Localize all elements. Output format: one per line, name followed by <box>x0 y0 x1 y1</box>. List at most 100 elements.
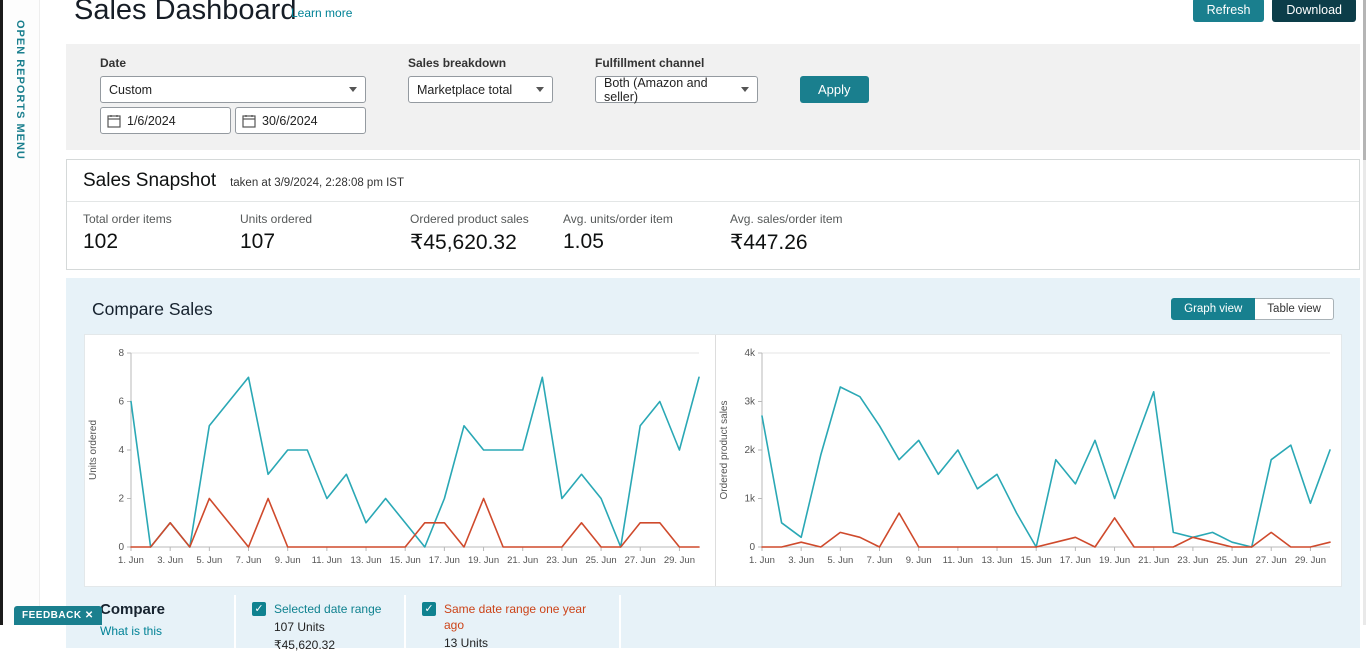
selected-range-units: 107 Units <box>274 619 381 635</box>
table-view-button[interactable]: Table view <box>1255 298 1334 320</box>
metric-label: Total order items <box>83 212 230 226</box>
svg-text:19. Jun: 19. Jun <box>1099 555 1130 566</box>
date-to-box <box>235 107 366 134</box>
previous-range-legend: ✓ Same date range one year ago 13 Units <box>404 595 619 664</box>
calendar-icon[interactable] <box>107 114 121 128</box>
date-from-input[interactable] <box>127 114 217 128</box>
date-to-input[interactable] <box>262 114 352 128</box>
fulfillment-channel-group: Fulfillment channel Both (Amazon and sel… <box>595 56 758 103</box>
sales-snapshot-title: Sales Snapshot <box>83 170 216 192</box>
apply-button[interactable]: Apply <box>800 76 869 103</box>
svg-text:1. Jun: 1. Jun <box>118 555 144 566</box>
svg-text:Units ordered: Units ordered <box>88 420 99 480</box>
date-range-value: Custom <box>109 83 152 97</box>
previous-range-units: 13 Units <box>444 635 603 651</box>
svg-text:27. Jun: 27. Jun <box>625 555 656 566</box>
metric-avg-sales-order-item: Avg. sales/order item ₹447.26 <box>730 212 887 255</box>
sales-breakdown-value: Marketplace total <box>417 83 512 97</box>
compare-sales-title: Compare Sales <box>92 299 213 320</box>
svg-text:17. Jun: 17. Jun <box>1060 555 1091 566</box>
chevron-down-icon <box>741 87 749 92</box>
svg-text:2: 2 <box>118 494 124 505</box>
units-ordered-chart: 024681. Jun3. Jun5. Jun7. Jun9. Jun11. J… <box>85 339 715 577</box>
svg-text:7. Jun: 7. Jun <box>867 555 893 566</box>
svg-text:1k: 1k <box>744 494 756 505</box>
view-toggle: Graph view Table view <box>1171 298 1334 320</box>
checkbox-checked-icon[interactable]: ✓ <box>422 602 436 616</box>
metric-units-ordered: Units ordered 107 <box>240 212 410 255</box>
svg-text:13. Jun: 13. Jun <box>350 555 381 566</box>
calendar-icon[interactable] <box>242 114 256 128</box>
date-from-box <box>100 107 231 134</box>
page-header: Sales Dashboard Learn more Refresh Downl… <box>66 0 1360 44</box>
metric-value: 102 <box>83 230 230 254</box>
metric-total-order-items: Total order items 102 <box>83 212 240 255</box>
sales-snapshot-timestamp: taken at 3/9/2024, 2:28:08 pm IST <box>230 177 404 189</box>
svg-text:25. Jun: 25. Jun <box>1216 555 1247 566</box>
date-inputs <box>100 107 366 134</box>
svg-text:23. Jun: 23. Jun <box>546 555 577 566</box>
svg-text:13. Jun: 13. Jun <box>981 555 1012 566</box>
open-reports-menu-label[interactable]: OPEN REPORTS MENU <box>14 20 26 160</box>
chevron-down-icon <box>349 87 357 92</box>
metric-value: ₹447.26 <box>730 230 877 255</box>
svg-text:21. Jun: 21. Jun <box>1138 555 1169 566</box>
metric-label: Units ordered <box>240 212 400 226</box>
compare-label: Compare <box>100 601 218 618</box>
svg-text:8: 8 <box>118 348 124 359</box>
snapshot-metrics: Total order items 102 Units ordered 107 … <box>67 202 1359 269</box>
metric-label: Ordered product sales <box>410 212 553 226</box>
svg-text:5. Jun: 5. Jun <box>196 555 222 566</box>
open-reports-sidebar: OPEN REPORTS MENU <box>3 0 40 625</box>
fulfillment-channel-select[interactable]: Both (Amazon and seller) <box>595 76 758 103</box>
ordered-product-sales-chart-panel: 01k2k3k4k1. Jun3. Jun5. Jun7. Jun9. Jun1… <box>715 335 1346 586</box>
sales-snapshot-panel: Sales Snapshot taken at 3/9/2024, 2:28:0… <box>66 159 1360 270</box>
svg-text:15. Jun: 15. Jun <box>1021 555 1052 566</box>
checkbox-checked-icon[interactable]: ✓ <box>252 602 266 616</box>
fulfillment-channel-value: Both (Amazon and seller) <box>604 76 733 104</box>
previous-range-label: Same date range one year ago <box>444 601 603 633</box>
svg-text:4: 4 <box>118 445 124 456</box>
learn-more-link[interactable]: Learn more <box>291 6 352 20</box>
svg-text:0: 0 <box>749 542 755 553</box>
filter-bar: Date Custom <box>66 44 1360 150</box>
what-is-this-link[interactable]: What is this <box>100 624 218 638</box>
metric-avg-units-order-item: Avg. units/order item 1.05 <box>563 212 730 255</box>
legend-spacer <box>619 595 1342 664</box>
svg-text:9. Jun: 9. Jun <box>275 555 301 566</box>
metric-value: ₹45,620.32 <box>410 230 553 255</box>
sales-snapshot-header: Sales Snapshot taken at 3/9/2024, 2:28:0… <box>67 160 1359 202</box>
page-title: Sales Dashboard <box>74 0 296 27</box>
feedback-button[interactable]: FEEDBACK ✕ <box>14 606 102 625</box>
units-ordered-chart-panel: 024681. Jun3. Jun5. Jun7. Jun9. Jun11. J… <box>85 335 715 586</box>
sales-breakdown-select[interactable]: Marketplace total <box>408 76 553 103</box>
svg-text:4k: 4k <box>744 348 756 359</box>
svg-text:25. Jun: 25. Jun <box>585 555 616 566</box>
metric-value: 107 <box>240 230 400 254</box>
ordered-product-sales-chart: 01k2k3k4k1. Jun3. Jun5. Jun7. Jun9. Jun1… <box>716 339 1346 577</box>
svg-text:6: 6 <box>118 397 124 408</box>
svg-text:23. Jun: 23. Jun <box>1177 555 1208 566</box>
sales-breakdown-label: Sales breakdown <box>408 56 553 70</box>
compare-footer: Compare What is this ✓ Selected date ran… <box>84 595 1342 664</box>
svg-text:2k: 2k <box>744 445 756 456</box>
svg-text:27. Jun: 27. Jun <box>1256 555 1287 566</box>
compare-sales-header: Compare Sales Graph view Table view <box>84 294 1342 334</box>
svg-text:17. Jun: 17. Jun <box>429 555 460 566</box>
svg-text:29. Jun: 29. Jun <box>664 555 695 566</box>
svg-text:11. Jun: 11. Jun <box>943 555 973 566</box>
refresh-button[interactable]: Refresh <box>1193 0 1265 22</box>
svg-text:9. Jun: 9. Jun <box>906 555 932 566</box>
graph-view-button[interactable]: Graph view <box>1171 298 1255 320</box>
selected-range-label: Selected date range <box>274 601 381 617</box>
svg-text:29. Jun: 29. Jun <box>1295 555 1326 566</box>
svg-text:11. Jun: 11. Jun <box>312 555 342 566</box>
svg-text:3. Jun: 3. Jun <box>157 555 183 566</box>
charts-container: 0 2 4 6 8 1. Jun 3. Jun 5. Jun 7. Jun 9. Jun 11. J… <box>84 334 1342 587</box>
svg-text:0: 0 <box>118 542 124 553</box>
svg-text:19. Jun: 19. Jun <box>468 555 499 566</box>
date-range-select[interactable]: Custom <box>100 76 366 103</box>
download-button[interactable]: Download <box>1272 0 1356 22</box>
compare-legend-intro: Compare What is this <box>84 595 234 664</box>
svg-text:21. Jun: 21. Jun <box>507 555 538 566</box>
